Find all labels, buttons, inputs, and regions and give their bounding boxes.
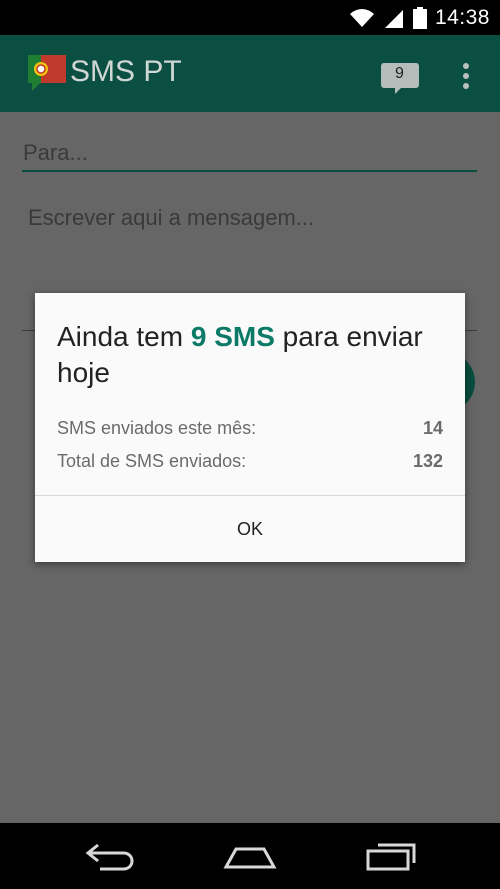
sms-remaining-dialog: Ainda tem 9 SMS para enviar hoje SMS env…: [35, 293, 465, 562]
status-bar: 14:38: [0, 0, 500, 35]
message-count: 9: [395, 65, 404, 82]
status-time: 14:38: [434, 5, 490, 29]
recipient-underline: [22, 170, 477, 172]
recents-icon[interactable]: [364, 837, 418, 877]
home-icon[interactable]: [222, 837, 278, 877]
battery-icon: [412, 6, 427, 29]
stat-label: SMS enviados este mês:: [57, 418, 257, 438]
dialog-title: Ainda tem 9 SMS para enviar hoje: [57, 319, 447, 391]
overflow-menu-button[interactable]: [456, 59, 476, 93]
back-icon[interactable]: [84, 837, 138, 877]
dialog-title-prefix: Ainda tem: [57, 321, 191, 352]
wifi-icon: [349, 8, 374, 27]
stat-value: 14: [422, 418, 443, 438]
app-title: SMS PT: [70, 55, 182, 88]
portugal-flag-logo: [28, 55, 66, 91]
message-count-button[interactable]: 9: [381, 61, 421, 97]
app-bar: SMS PT 9: [0, 35, 500, 112]
recipient-input[interactable]: Para...: [22, 140, 478, 172]
overflow-dot: [463, 83, 469, 89]
stat-label: Total de SMS enviados:: [57, 451, 247, 471]
navigation-bar: [0, 823, 500, 889]
stat-row-total: Total de SMS enviados: 132: [57, 451, 443, 472]
stat-row-month: SMS enviados este mês: 14: [57, 418, 443, 439]
remaining-sms-count: 9 SMS: [190, 321, 275, 352]
overflow-dot: [463, 73, 469, 79]
status-icons: 14:38: [349, 0, 490, 35]
signal-icon: [384, 9, 403, 28]
ok-button[interactable]: OK: [35, 496, 465, 562]
overflow-menu-icon: [463, 63, 469, 69]
stat-value: 132: [412, 451, 443, 471]
message-input[interactable]: Escrever aqui a mensagem...: [28, 205, 314, 231]
